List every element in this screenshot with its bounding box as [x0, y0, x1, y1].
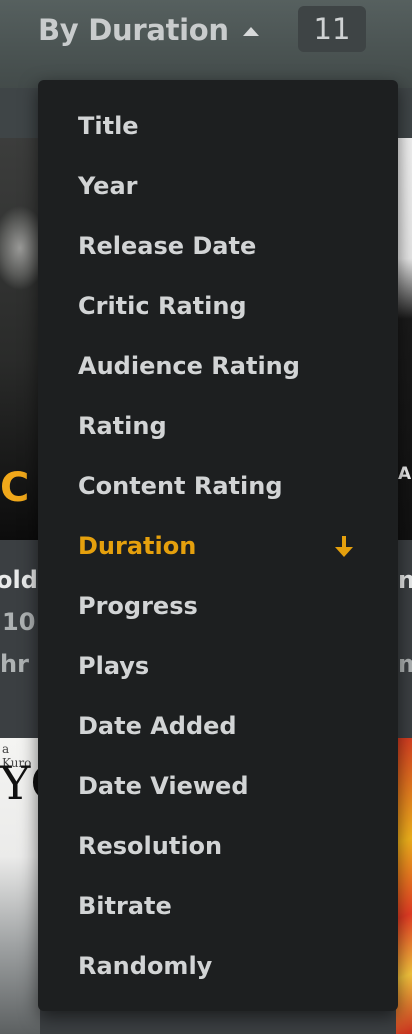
sort-option-label: Progress: [78, 592, 198, 620]
sort-option-label: Date Added: [78, 712, 237, 740]
sort-option-resolution[interactable]: Resolution: [38, 816, 398, 876]
library-page: By Duration 11 C A old I 10 hr 2 nc m a …: [0, 0, 412, 1034]
poster-title-text: YOJ: [0, 756, 40, 810]
movie-poster[interactable]: C: [0, 138, 40, 540]
sort-option-label: Duration: [78, 532, 197, 560]
sort-menu: Title Year Release Date Critic Rating Au…: [38, 80, 398, 1011]
sort-option-plays[interactable]: Plays: [38, 636, 398, 696]
sort-option-rating[interactable]: Rating: [38, 396, 398, 456]
sort-option-date-viewed[interactable]: Date Viewed: [38, 756, 398, 816]
sort-option-label: Resolution: [78, 832, 223, 860]
item-count-badge: 11: [298, 6, 366, 52]
sort-option-title[interactable]: Title: [38, 96, 398, 156]
sort-option-duration[interactable]: Duration: [38, 516, 398, 576]
sort-option-label: Title: [78, 112, 139, 140]
library-toolbar: By Duration 11: [0, 0, 412, 88]
movie-duration: m: [398, 650, 412, 678]
sort-option-year[interactable]: Year: [38, 156, 398, 216]
sort-option-label: Date Viewed: [78, 772, 249, 800]
sort-dropdown-button[interactable]: By Duration: [38, 10, 259, 50]
sort-option-label: Bitrate: [78, 892, 172, 920]
poster-title-text: C: [0, 465, 30, 511]
sort-option-label: Plays: [78, 652, 150, 680]
sort-option-label: Release Date: [78, 232, 257, 260]
sort-option-progress[interactable]: Progress: [38, 576, 398, 636]
movie-poster[interactable]: [396, 738, 412, 1034]
movie-title[interactable]: nc: [398, 566, 412, 594]
sort-option-bitrate[interactable]: Bitrate: [38, 876, 398, 936]
sort-option-randomly[interactable]: Randomly: [38, 936, 398, 996]
movie-year: 10: [2, 608, 36, 636]
poster-title-text: A: [398, 464, 412, 484]
sort-option-label: Content Rating: [78, 472, 283, 500]
sort-option-label: Randomly: [78, 952, 213, 980]
sort-option-release-date[interactable]: Release Date: [38, 216, 398, 276]
sort-option-content-rating[interactable]: Content Rating: [38, 456, 398, 516]
sort-option-critic-rating[interactable]: Critic Rating: [38, 276, 398, 336]
arrow-down-icon[interactable]: [334, 536, 354, 558]
caret-up-icon: [242, 26, 259, 36]
sort-option-label: Rating: [78, 412, 167, 440]
movie-poster[interactable]: A: [398, 138, 412, 540]
sort-option-label: Critic Rating: [78, 292, 247, 320]
sort-label: By Duration: [38, 13, 229, 47]
movie-poster[interactable]: a Kuro YOJ: [0, 738, 40, 1034]
sort-option-label: Year: [78, 172, 138, 200]
sort-option-audience-rating[interactable]: Audience Rating: [38, 336, 398, 396]
sort-option-date-added[interactable]: Date Added: [38, 696, 398, 756]
sort-option-label: Audience Rating: [78, 352, 300, 380]
